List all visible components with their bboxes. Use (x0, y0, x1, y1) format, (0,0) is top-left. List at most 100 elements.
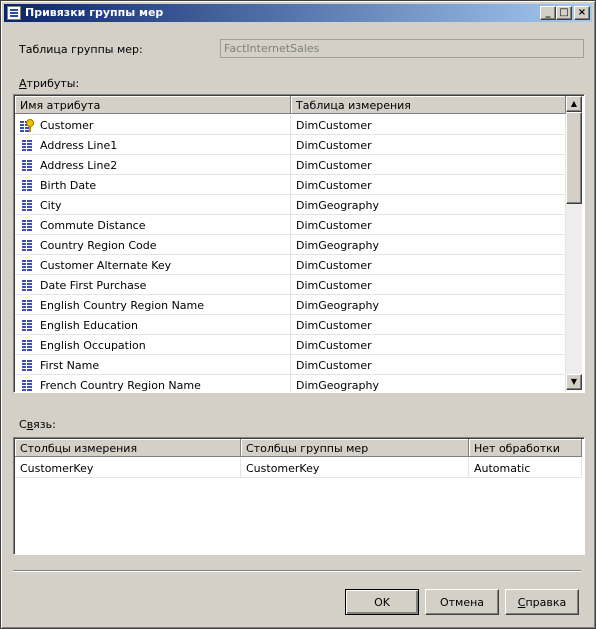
attribute-name-cell[interactable]: English Education (15, 315, 291, 335)
dimension-table-cell[interactable]: DimCustomer (291, 135, 566, 155)
maximize-button[interactable]: □ (556, 6, 572, 20)
column-header-measure-group-columns[interactable]: Столбцы группы мер (241, 439, 469, 457)
attribute-name: Date First Purchase (40, 279, 147, 292)
relationship-grid[interactable]: Столбцы измерения Столбцы группы мер Нет… (13, 437, 585, 555)
attribute-name: English Occupation (40, 339, 146, 352)
attribute-row[interactable]: City DimGeography (15, 195, 566, 215)
attribute-row[interactable]: Birth Date DimCustomer (15, 175, 566, 195)
dimension-table-cell[interactable]: DimCustomer (291, 255, 566, 275)
attribute-icon (22, 140, 32, 151)
null-processing-cell[interactable]: Automatic (469, 458, 582, 478)
attribute-name: French Country Region Name (40, 379, 201, 392)
minimize-button[interactable]: _ (540, 6, 556, 20)
attribute-row[interactable]: Address Line2 DimCustomer (15, 155, 566, 175)
dimension-table-cell[interactable]: DimCustomer (291, 155, 566, 175)
attribute-row[interactable]: Customer DimCustomer (15, 115, 566, 135)
scroll-up-arrow-icon[interactable]: ▲ (566, 96, 582, 112)
attribute-icon (22, 240, 32, 251)
attribute-row[interactable]: Country Region Code DimGeography (15, 235, 566, 255)
attribute-name-cell[interactable]: English Occupation (15, 335, 291, 355)
attribute-name-cell[interactable]: French Country Region Name (15, 375, 291, 392)
dimension-table-cell[interactable]: DimGeography (291, 235, 566, 255)
dimension-table-cell[interactable]: DimGeography (291, 195, 566, 215)
attribute-name: City (40, 199, 62, 212)
attribute-name: Birth Date (40, 179, 97, 192)
key-attribute-icon (20, 119, 34, 132)
attribute-icon (22, 180, 32, 191)
attribute-name-cell[interactable]: English Country Region Name (15, 295, 291, 315)
attribute-name: Country Region Code (40, 239, 157, 252)
dimension-table-cell[interactable]: DimCustomer (291, 275, 566, 295)
attribute-row[interactable]: English Education DimCustomer (15, 315, 566, 335)
attribute-row[interactable]: Address Line1 DimCustomer (15, 135, 566, 155)
attribute-row[interactable]: First Name DimCustomer (15, 355, 566, 375)
scroll-down-arrow-icon[interactable]: ▼ (566, 374, 582, 390)
close-button[interactable]: × (574, 6, 590, 20)
dimension-table-cell[interactable]: DimCustomer (291, 335, 566, 355)
attribute-icon (22, 380, 32, 391)
attribute-icon (22, 320, 32, 331)
attributes-vertical-scrollbar[interactable]: ▲ ▼ (566, 96, 582, 390)
attribute-name: English Education (40, 319, 138, 332)
attribute-name: First Name (40, 359, 100, 372)
attribute-name-cell[interactable]: Customer (15, 115, 291, 135)
attribute-name-cell[interactable]: Commute Distance (15, 215, 291, 235)
attribute-name-cell[interactable]: First Name (15, 355, 291, 375)
dimension-table-cell[interactable]: DimGeography (291, 375, 566, 392)
attribute-icon (22, 160, 32, 171)
column-header-attribute-name[interactable]: Имя атрибута (15, 96, 291, 114)
attribute-name: Customer Alternate Key (40, 259, 172, 272)
attribute-row[interactable]: English Occupation DimCustomer (15, 335, 566, 355)
attribute-name: Address Line2 (40, 159, 118, 172)
attribute-icon (22, 300, 32, 311)
attribute-name-cell[interactable]: Customer Alternate Key (15, 255, 291, 275)
measure-group-column-cell[interactable]: CustomerKey (241, 458, 469, 478)
attributes-label: Атрибуты: (19, 77, 80, 90)
column-header-dimension-table[interactable]: Таблица измерения (291, 96, 566, 114)
relationship-label: Связь: (19, 418, 56, 431)
measure-group-table-field: FactInternetSales (220, 39, 584, 58)
attribute-icon (22, 280, 32, 291)
dimension-table-cell[interactable]: DimCustomer (291, 215, 566, 235)
attribute-icon (22, 360, 32, 371)
attribute-name-cell[interactable]: Address Line1 (15, 135, 291, 155)
attribute-row[interactable]: Commute Distance DimCustomer (15, 215, 566, 235)
attribute-name: Commute Distance (40, 219, 146, 232)
relationship-row[interactable]: CustomerKey CustomerKey Automatic (15, 458, 583, 478)
dimension-column-cell[interactable]: CustomerKey (15, 458, 241, 478)
help-button[interactable]: Справка (505, 589, 579, 615)
button-separator (13, 570, 581, 572)
attribute-name-cell[interactable]: Birth Date (15, 175, 291, 195)
cancel-button[interactable]: Отмена (425, 589, 499, 615)
measure-group-table-label: Таблица группы мер: (19, 43, 143, 56)
attribute-icon (22, 340, 32, 351)
dimension-table-cell[interactable]: DimCustomer (291, 355, 566, 375)
attribute-icon (22, 220, 32, 231)
attribute-name-cell[interactable]: Address Line2 (15, 155, 291, 175)
column-header-null-processing[interactable]: Нет обработки (469, 439, 582, 457)
dimension-table-cell[interactable]: DimGeography (291, 295, 566, 315)
attribute-name-cell[interactable]: City (15, 195, 291, 215)
attribute-name: English Country Region Name (40, 299, 205, 312)
attribute-row[interactable]: French Country Region Name DimGeography (15, 375, 566, 392)
title-bar[interactable]: Привязки группы мер _ □ × (4, 4, 592, 22)
ok-button[interactable]: OK (345, 589, 419, 615)
attribute-row[interactable]: English Country Region Name DimGeography (15, 295, 566, 315)
dimension-table-cell[interactable]: DimCustomer (291, 115, 566, 135)
attribute-name: Customer (40, 119, 94, 132)
dimension-table-cell[interactable]: DimCustomer (291, 315, 566, 335)
dimension-table-cell[interactable]: DimCustomer (291, 175, 566, 195)
column-header-dimension-columns[interactable]: Столбцы измерения (15, 439, 241, 457)
dialog-app-icon (7, 6, 21, 20)
attribute-name-cell[interactable]: Country Region Code (15, 235, 291, 255)
attribute-row[interactable]: Customer Alternate Key DimCustomer (15, 255, 566, 275)
measure-group-bindings-dialog: Привязки группы мер _ □ × Таблица группы… (0, 0, 596, 629)
attribute-name-cell[interactable]: Date First Purchase (15, 275, 291, 295)
attribute-row[interactable]: Date First Purchase DimCustomer (15, 275, 566, 295)
attribute-icon (22, 260, 32, 271)
scroll-thumb[interactable] (566, 112, 582, 204)
window-title: Привязки группы мер (25, 6, 164, 19)
attribute-icon (22, 200, 32, 211)
attributes-grid[interactable]: Имя атрибута Таблица измерения Customer D… (13, 94, 585, 393)
attribute-name: Address Line1 (40, 139, 118, 152)
